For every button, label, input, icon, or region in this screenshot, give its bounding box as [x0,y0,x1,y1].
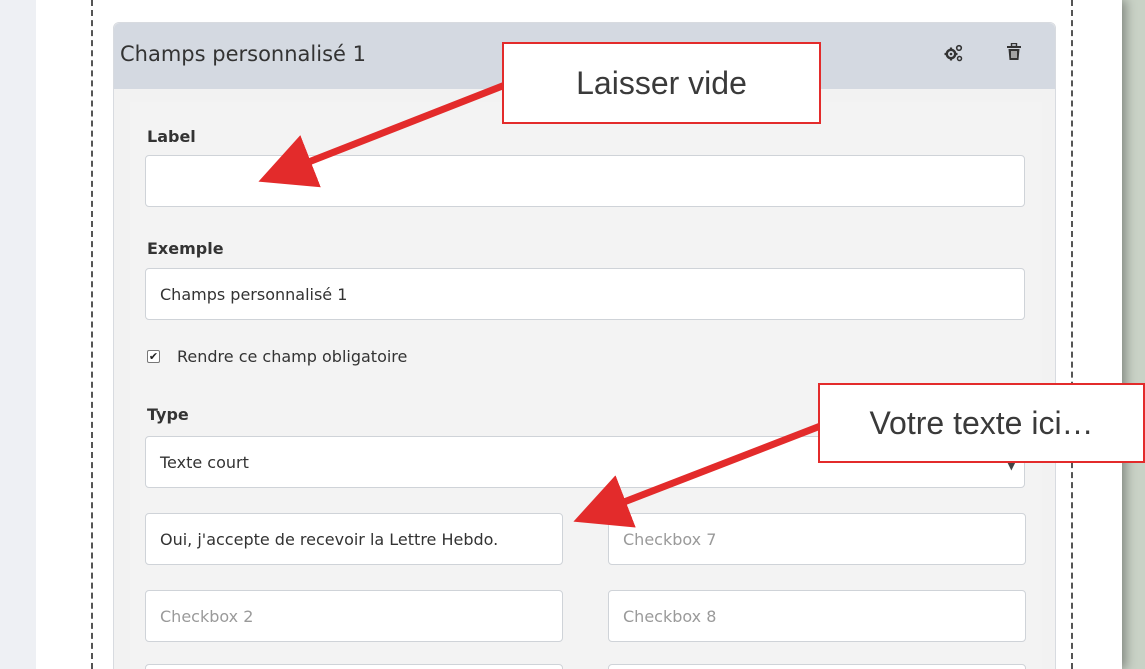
required-checkbox-label: Rendre ce champ obligatoire [177,347,408,366]
callout-votre-texte: Votre texte ici… [818,383,1145,463]
example-heading: Exemple [147,239,224,258]
label-heading: Label [147,127,196,146]
required-checkbox[interactable]: ✔ [147,350,160,363]
required-checkbox-row[interactable]: ✔ Rendre ce champ obligatoire [147,347,407,366]
checkbox-3-input[interactable] [145,664,563,669]
checkbox-1-input[interactable]: Oui, j'accepte de recevoir la Lettre Heb… [145,513,563,565]
checkbox-9-input[interactable] [608,664,1026,669]
label-input[interactable] [145,155,1025,207]
checkbox-8-input[interactable]: Checkbox 8 [608,590,1026,642]
type-select-value: Texte court [160,452,249,472]
trash-icon[interactable] [1003,42,1025,65]
dashed-guide-right [1071,0,1073,669]
checkbox-7-input[interactable]: Checkbox 7 [608,513,1026,565]
type-heading: Type [147,405,189,424]
panel-title: Champs personnalisé 1 [120,42,366,66]
example-input[interactable]: Champs personnalisé 1 [145,268,1025,320]
callout-laisser-vide: Laisser vide [502,42,821,124]
checkbox-2-input[interactable]: Checkbox 2 [145,590,563,642]
gears-icon[interactable] [943,43,965,65]
dashed-guide-left [91,0,93,669]
left-gutter [0,0,36,669]
